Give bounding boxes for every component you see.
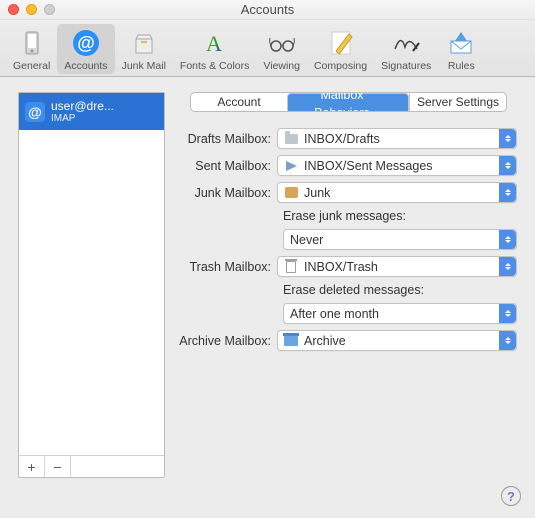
content-area: @ user@dre... IMAP + − Account Informati…	[0, 78, 535, 518]
mailbox-behaviors-form: Drafts Mailbox: INBOX/Drafts Sent Mailbo…	[175, 128, 517, 357]
archive-value: Archive	[304, 334, 346, 348]
chevron-updown-icon	[499, 331, 516, 350]
accounts-icon: @	[70, 27, 102, 59]
tab-account-information[interactable]: Account Information	[191, 93, 287, 111]
sent-label: Sent Mailbox:	[175, 159, 277, 173]
chevron-updown-icon	[499, 257, 516, 276]
chevron-updown-icon	[499, 304, 516, 323]
toolbar-label: Rules	[448, 60, 475, 72]
erase-junk-label: Erase junk messages:	[283, 209, 406, 223]
toolbar-label: Junk Mail	[122, 60, 166, 72]
account-name: user@dre...	[51, 99, 114, 113]
composing-icon	[325, 27, 357, 59]
minimize-window-button[interactable]	[26, 4, 37, 15]
sidebar-toolbar: + −	[19, 455, 164, 477]
close-window-button[interactable]	[8, 4, 19, 15]
toolbar-label: Fonts & Colors	[180, 60, 249, 72]
erase-junk-value: Never	[290, 233, 323, 247]
toolbar-item-fonts-colors[interactable]: A Fonts & Colors	[173, 24, 256, 74]
tab-mailbox-behaviors[interactable]: Mailbox Behaviors	[287, 93, 409, 112]
svg-text:@: @	[77, 33, 95, 53]
toolbar-label: Viewing	[263, 60, 300, 72]
signatures-icon	[390, 27, 422, 59]
junk-mail-icon	[128, 27, 160, 59]
remove-account-button[interactable]: −	[45, 456, 71, 477]
add-account-button[interactable]: +	[19, 456, 45, 477]
toolbar-label: General	[13, 60, 50, 72]
junk-label: Junk Mailbox:	[175, 186, 277, 200]
toolbar-item-rules[interactable]: Rules	[438, 24, 484, 74]
folder-icon	[284, 132, 298, 146]
toolbar-item-general[interactable]: General	[6, 24, 57, 74]
sent-mailbox-select[interactable]: INBOX/Sent Messages	[277, 155, 517, 176]
drafts-value: INBOX/Drafts	[304, 132, 380, 146]
archive-label: Archive Mailbox:	[175, 334, 277, 348]
junk-value: Junk	[304, 186, 330, 200]
toolbar-item-signatures[interactable]: Signatures	[374, 24, 438, 74]
title-bar: Accounts	[0, 0, 535, 20]
chevron-updown-icon	[499, 129, 516, 148]
erase-junk-select[interactable]: Never	[283, 229, 517, 250]
chevron-updown-icon	[499, 183, 516, 202]
erase-deleted-value: After one month	[290, 307, 379, 321]
trash-label: Trash Mailbox:	[175, 260, 277, 274]
toolbar-item-junk-mail[interactable]: Junk Mail	[115, 24, 173, 74]
drafts-mailbox-select[interactable]: INBOX/Drafts	[277, 128, 517, 149]
trash-value: INBOX/Trash	[304, 260, 378, 274]
toolbar-item-composing[interactable]: Composing	[307, 24, 374, 74]
toolbar-item-viewing[interactable]: Viewing	[256, 24, 307, 74]
chevron-updown-icon	[499, 156, 516, 175]
sidebar-spacer	[71, 456, 164, 477]
general-icon	[16, 27, 48, 59]
toolbar-label: Signatures	[381, 60, 431, 72]
svg-text:A: A	[206, 31, 222, 56]
viewing-icon	[266, 27, 298, 59]
tab-server-settings[interactable]: Server Settings	[409, 93, 506, 111]
drafts-label: Drafts Mailbox:	[175, 132, 277, 146]
account-row[interactable]: @ user@dre... IMAP	[19, 93, 164, 130]
toolbar-label: Composing	[314, 60, 367, 72]
junk-mailbox-select[interactable]: Junk	[277, 182, 517, 203]
help-button[interactable]: ?	[501, 486, 521, 506]
chevron-updown-icon	[499, 230, 516, 249]
archive-mailbox-select[interactable]: Archive	[277, 330, 517, 351]
account-text: user@dre... IMAP	[51, 99, 114, 124]
rules-icon	[445, 27, 477, 59]
settings-tabs: Account Information Mailbox Behaviors Se…	[190, 92, 507, 112]
window-controls	[8, 4, 55, 15]
preferences-toolbar: General @ Accounts Junk Mail A Fonts & C…	[0, 20, 535, 77]
trash-mailbox-select[interactable]: INBOX/Trash	[277, 256, 517, 277]
erase-deleted-label: Erase deleted messages:	[283, 283, 424, 297]
sent-value: INBOX/Sent Messages	[304, 159, 433, 173]
trash-icon	[284, 260, 298, 274]
window-title: Accounts	[0, 2, 535, 17]
erase-deleted-select[interactable]: After one month	[283, 303, 517, 324]
toolbar-label: Accounts	[64, 60, 107, 72]
junk-box-icon	[284, 186, 298, 200]
fonts-colors-icon: A	[199, 27, 231, 59]
at-icon: @	[25, 102, 45, 122]
toolbar-item-accounts[interactable]: @ Accounts	[57, 24, 114, 74]
paper-plane-icon	[284, 159, 298, 173]
archive-box-icon	[284, 334, 298, 348]
accounts-list: @ user@dre... IMAP + −	[18, 92, 165, 478]
account-protocol: IMAP	[51, 113, 114, 124]
zoom-window-button	[44, 4, 55, 15]
